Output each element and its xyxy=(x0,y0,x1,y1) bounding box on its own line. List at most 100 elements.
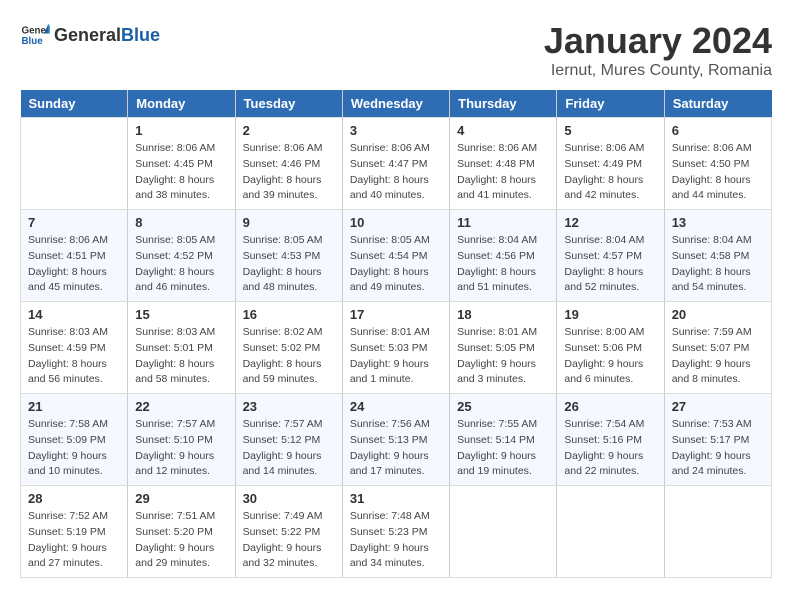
sun-info: Sunrise: 8:02 AMSunset: 5:02 PMDaylight:… xyxy=(243,325,335,388)
header-row: SundayMondayTuesdayWednesdayThursdayFrid… xyxy=(21,90,772,118)
calendar-cell: 30 Sunrise: 7:49 AMSunset: 5:22 PMDayligh… xyxy=(235,486,342,578)
day-number: 14 xyxy=(28,307,120,322)
day-number: 12 xyxy=(564,215,656,230)
calendar-cell: 1 Sunrise: 8:06 AMSunset: 4:45 PMDaylight… xyxy=(128,118,235,210)
col-header-friday: Friday xyxy=(557,90,664,118)
sun-info: Sunrise: 8:01 AMSunset: 5:03 PMDaylight:… xyxy=(350,325,442,388)
col-header-wednesday: Wednesday xyxy=(342,90,449,118)
day-number: 22 xyxy=(135,399,227,414)
calendar-cell: 27 Sunrise: 7:53 AMSunset: 5:17 PMDayligh… xyxy=(664,394,771,486)
week-row-1: 1 Sunrise: 8:06 AMSunset: 4:45 PMDaylight… xyxy=(21,118,772,210)
col-header-tuesday: Tuesday xyxy=(235,90,342,118)
sun-info: Sunrise: 8:03 AMSunset: 5:01 PMDaylight:… xyxy=(135,325,227,388)
calendar-cell: 14 Sunrise: 8:03 AMSunset: 4:59 PMDayligh… xyxy=(21,302,128,394)
location-title: Iernut, Mures County, Romania xyxy=(544,62,772,80)
calendar-cell: 28Sunrise: 7:52 AMSunset: 5:19 PMDayligh… xyxy=(21,486,128,578)
sun-info: Sunrise: 7:53 AMSunset: 5:17 PMDaylight:… xyxy=(672,417,764,480)
day-number: 20 xyxy=(672,307,764,322)
day-number: 16 xyxy=(243,307,335,322)
calendar-cell: 29 Sunrise: 7:51 AMSunset: 5:20 PMDayligh… xyxy=(128,486,235,578)
day-number: 24 xyxy=(350,399,442,414)
day-number: 18 xyxy=(457,307,549,322)
week-row-3: 14 Sunrise: 8:03 AMSunset: 4:59 PMDayligh… xyxy=(21,302,772,394)
sun-info: Sunrise: 8:03 AMSunset: 4:59 PMDaylight:… xyxy=(28,325,120,388)
day-number: 23 xyxy=(243,399,335,414)
title-area: January 2024 Iernut, Mures County, Roman… xyxy=(544,20,772,80)
week-row-2: 7Sunrise: 8:06 AMSunset: 4:51 PMDaylight… xyxy=(21,210,772,302)
sun-info: Sunrise: 8:06 AMSunset: 4:48 PMDaylight:… xyxy=(457,141,549,204)
sun-info: Sunrise: 8:05 AMSunset: 4:52 PMDaylight:… xyxy=(135,233,227,296)
calendar-cell: 13 Sunrise: 8:04 AMSunset: 4:58 PMDayligh… xyxy=(664,210,771,302)
day-number: 1 xyxy=(135,123,227,138)
sun-info: Sunrise: 8:06 AMSunset: 4:46 PMDaylight:… xyxy=(243,141,335,204)
calendar-cell: 2 Sunrise: 8:06 AMSunset: 4:46 PMDaylight… xyxy=(235,118,342,210)
calendar-cell: 24 Sunrise: 7:56 AMSunset: 5:13 PMDayligh… xyxy=(342,394,449,486)
sun-info: Sunrise: 7:55 AMSunset: 5:14 PMDaylight:… xyxy=(457,417,549,480)
calendar-table: SundayMondayTuesdayWednesdayThursdayFrid… xyxy=(20,90,772,578)
calendar-cell: 10Sunrise: 8:05 AMSunset: 4:54 PMDayligh… xyxy=(342,210,449,302)
day-number: 10 xyxy=(350,215,442,230)
sun-info: Sunrise: 8:06 AMSunset: 4:50 PMDaylight:… xyxy=(672,141,764,204)
sun-info: Sunrise: 7:57 AMSunset: 5:12 PMDaylight:… xyxy=(243,417,335,480)
day-number: 26 xyxy=(564,399,656,414)
day-number: 3 xyxy=(350,123,442,138)
day-number: 5 xyxy=(564,123,656,138)
day-number: 9 xyxy=(243,215,335,230)
week-row-5: 28Sunrise: 7:52 AMSunset: 5:19 PMDayligh… xyxy=(21,486,772,578)
col-header-thursday: Thursday xyxy=(450,90,557,118)
sun-info: Sunrise: 8:04 AMSunset: 4:58 PMDaylight:… xyxy=(672,233,764,296)
day-number: 28 xyxy=(28,491,120,506)
calendar-cell: 16 Sunrise: 8:02 AMSunset: 5:02 PMDayligh… xyxy=(235,302,342,394)
svg-text:Blue: Blue xyxy=(22,36,44,47)
sun-info: Sunrise: 7:51 AMSunset: 5:20 PMDaylight:… xyxy=(135,509,227,572)
calendar-cell: 26Sunrise: 7:54 AMSunset: 5:16 PMDayligh… xyxy=(557,394,664,486)
day-number: 29 xyxy=(135,491,227,506)
calendar-cell: 9 Sunrise: 8:05 AMSunset: 4:53 PMDaylight… xyxy=(235,210,342,302)
sun-info: Sunrise: 7:49 AMSunset: 5:22 PMDaylight:… xyxy=(243,509,335,572)
col-header-sunday: Sunday xyxy=(21,90,128,118)
month-title: January 2024 xyxy=(544,20,772,62)
sun-info: Sunrise: 7:58 AMSunset: 5:09 PMDaylight:… xyxy=(28,417,120,480)
day-number: 7 xyxy=(28,215,120,230)
day-number: 17 xyxy=(350,307,442,322)
calendar-cell xyxy=(21,118,128,210)
day-number: 13 xyxy=(672,215,764,230)
calendar-cell: 4 Sunrise: 8:06 AMSunset: 4:48 PMDaylight… xyxy=(450,118,557,210)
sun-info: Sunrise: 8:06 AMSunset: 4:49 PMDaylight:… xyxy=(564,141,656,204)
calendar-cell: 22Sunrise: 7:57 AMSunset: 5:10 PMDayligh… xyxy=(128,394,235,486)
sun-info: Sunrise: 8:04 AMSunset: 4:56 PMDaylight:… xyxy=(457,233,549,296)
sun-info: Sunrise: 8:00 AMSunset: 5:06 PMDaylight:… xyxy=(564,325,656,388)
logo-icon: General Blue xyxy=(20,20,50,50)
sun-info: Sunrise: 8:01 AMSunset: 5:05 PMDaylight:… xyxy=(457,325,549,388)
calendar-cell: 8Sunrise: 8:05 AMSunset: 4:52 PMDaylight… xyxy=(128,210,235,302)
day-number: 15 xyxy=(135,307,227,322)
calendar-cell: 25Sunrise: 7:55 AMSunset: 5:14 PMDayligh… xyxy=(450,394,557,486)
calendar-cell xyxy=(450,486,557,578)
sun-info: Sunrise: 7:48 AMSunset: 5:23 PMDaylight:… xyxy=(350,509,442,572)
day-number: 30 xyxy=(243,491,335,506)
calendar-cell: 17 Sunrise: 8:01 AMSunset: 5:03 PMDayligh… xyxy=(342,302,449,394)
day-number: 4 xyxy=(457,123,549,138)
day-number: 2 xyxy=(243,123,335,138)
calendar-cell: 12 Sunrise: 8:04 AMSunset: 4:57 PMDayligh… xyxy=(557,210,664,302)
calendar-cell: 19Sunrise: 8:00 AMSunset: 5:06 PMDayligh… xyxy=(557,302,664,394)
calendar-cell xyxy=(664,486,771,578)
col-header-saturday: Saturday xyxy=(664,90,771,118)
calendar-cell: 31 Sunrise: 7:48 AMSunset: 5:23 PMDayligh… xyxy=(342,486,449,578)
sun-info: Sunrise: 8:06 AMSunset: 4:45 PMDaylight:… xyxy=(135,141,227,204)
calendar-cell: 6Sunrise: 8:06 AMSunset: 4:50 PMDaylight… xyxy=(664,118,771,210)
sun-info: Sunrise: 7:59 AMSunset: 5:07 PMDaylight:… xyxy=(672,325,764,388)
logo: General Blue GeneralBlue xyxy=(20,20,160,50)
calendar-cell: 23 Sunrise: 7:57 AMSunset: 5:12 PMDayligh… xyxy=(235,394,342,486)
calendar-cell: 15 Sunrise: 8:03 AMSunset: 5:01 PMDayligh… xyxy=(128,302,235,394)
calendar-cell: 11Sunrise: 8:04 AMSunset: 4:56 PMDayligh… xyxy=(450,210,557,302)
sun-info: Sunrise: 7:56 AMSunset: 5:13 PMDaylight:… xyxy=(350,417,442,480)
col-header-monday: Monday xyxy=(128,90,235,118)
week-row-4: 21Sunrise: 7:58 AMSunset: 5:09 PMDayligh… xyxy=(21,394,772,486)
day-number: 31 xyxy=(350,491,442,506)
calendar-cell: 20 Sunrise: 7:59 AMSunset: 5:07 PMDayligh… xyxy=(664,302,771,394)
day-number: 27 xyxy=(672,399,764,414)
logo-blue-text: Blue xyxy=(121,25,160,45)
sun-info: Sunrise: 8:05 AMSunset: 4:53 PMDaylight:… xyxy=(243,233,335,296)
sun-info: Sunrise: 8:04 AMSunset: 4:57 PMDaylight:… xyxy=(564,233,656,296)
